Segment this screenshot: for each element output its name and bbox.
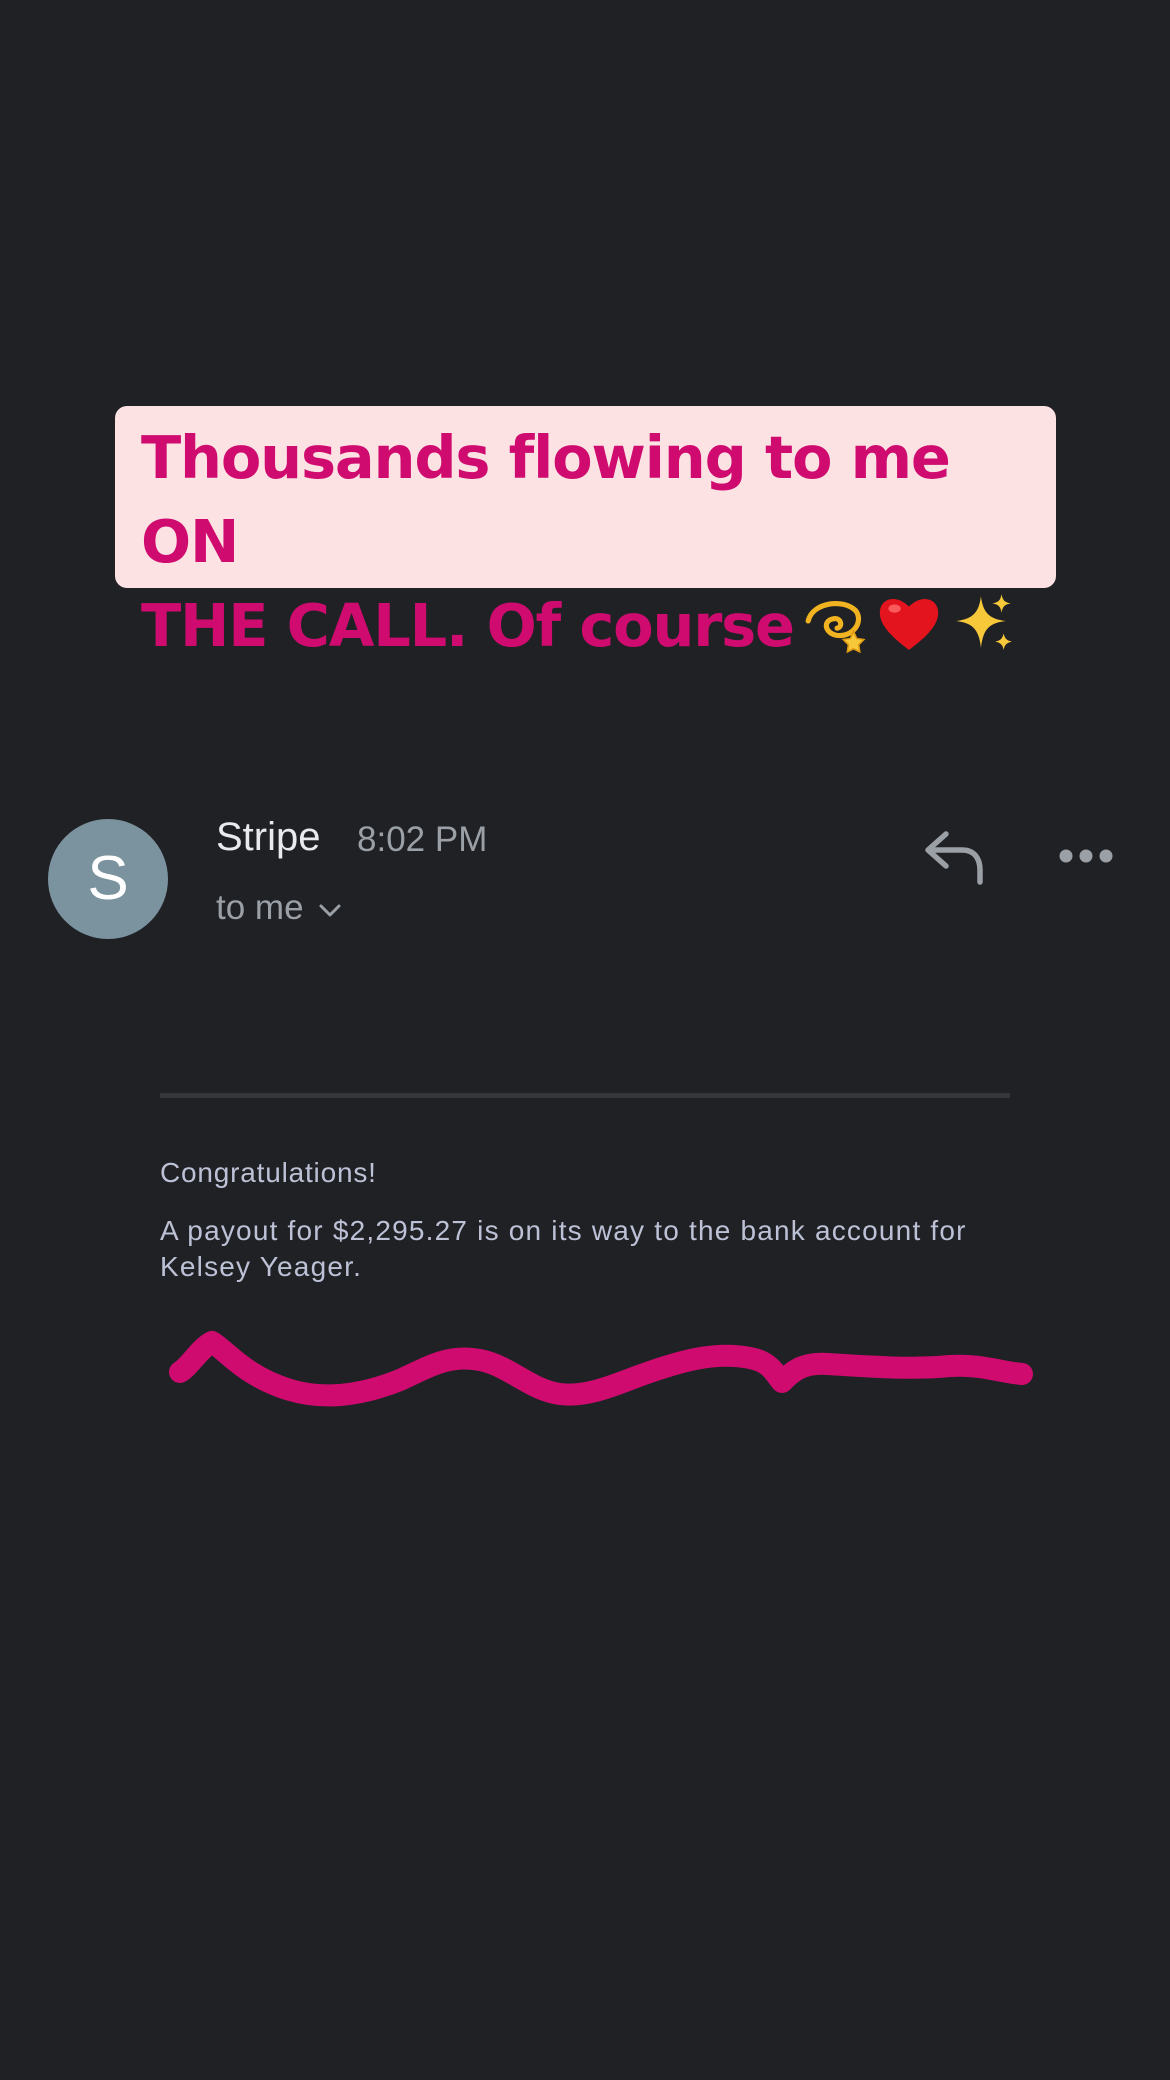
dizzy-icon bbox=[802, 590, 868, 656]
message-body: A payout for $2,295.27 is on its way to … bbox=[160, 1215, 967, 1282]
reply-button[interactable] bbox=[922, 826, 988, 886]
recipient-label: to me bbox=[216, 888, 304, 927]
sender-avatar[interactable]: S bbox=[48, 819, 168, 939]
sender-name: Stripe bbox=[216, 815, 321, 859]
more-options-icon bbox=[1059, 849, 1113, 863]
more-options-button[interactable] bbox=[1058, 838, 1114, 874]
redaction-scribble bbox=[169, 1331, 1033, 1407]
chevron-down-icon bbox=[319, 904, 341, 917]
red-heart-icon bbox=[876, 590, 942, 656]
message-divider bbox=[160, 1093, 1010, 1098]
reply-icon bbox=[925, 831, 983, 885]
recipient-details-toggle[interactable]: to me bbox=[216, 884, 342, 932]
caption-text: Thousands flowing to me ON THE CALL. Of … bbox=[141, 416, 1056, 668]
caption-sticker: Thousands flowing to me ON THE CALL. Of … bbox=[115, 406, 1056, 660]
sent-time: 8:02 PM bbox=[357, 820, 488, 859]
sparkles-icon bbox=[950, 590, 1016, 656]
message-greeting: Congratulations! bbox=[160, 1157, 377, 1188]
